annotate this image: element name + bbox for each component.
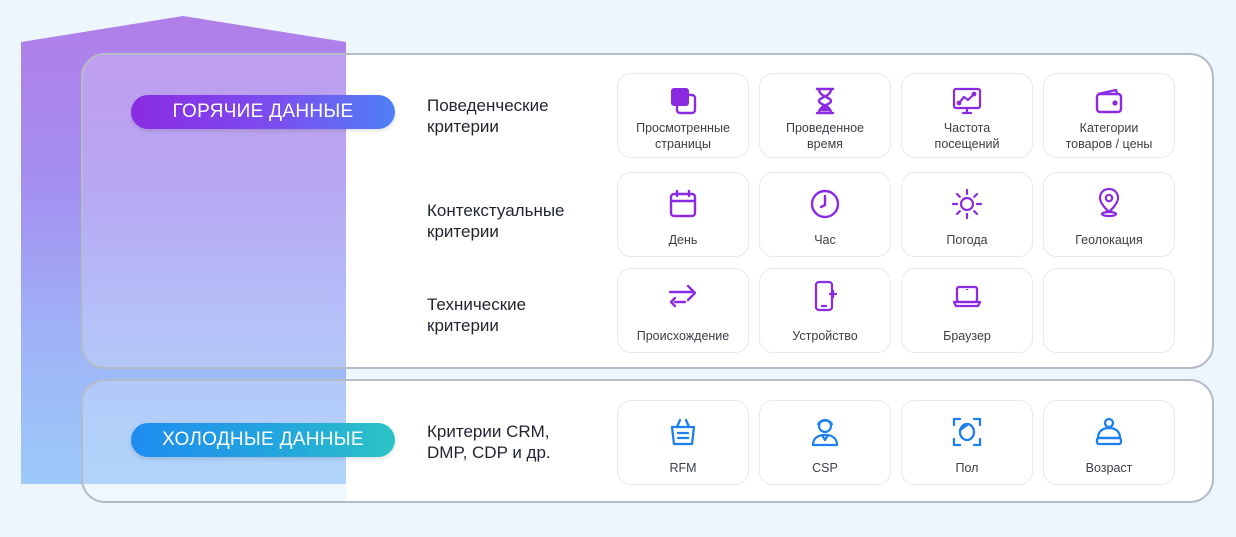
card-label: Проведенное время xyxy=(764,119,886,153)
card-visit-frequency: Частота посещений xyxy=(901,73,1033,158)
card-weather: Погода xyxy=(901,172,1033,257)
card-label: Происхождение xyxy=(636,329,730,343)
criterion-line: критерии xyxy=(427,222,499,241)
face-scan-icon xyxy=(950,415,984,449)
person-age-icon xyxy=(1092,415,1126,449)
card-label: Частота посещений xyxy=(906,119,1028,153)
card-label: Браузер xyxy=(943,329,991,343)
card-rfm: RFM xyxy=(617,400,749,485)
chart-monitor-icon xyxy=(950,84,984,118)
card-day: День xyxy=(617,172,749,257)
card-label: Час xyxy=(814,233,836,247)
criterion-line: критерии xyxy=(427,117,499,136)
card-label-line: Проведенное xyxy=(785,121,865,135)
card-label: Возраст xyxy=(1085,461,1133,475)
card-label: Геолокация xyxy=(1075,233,1143,247)
arrows-icon xyxy=(666,279,700,313)
criterion-line: Поведенческие xyxy=(427,96,549,115)
card-label: Устройство xyxy=(792,329,858,343)
criterion-line: DMP, CDP и др. xyxy=(427,443,551,462)
card-device: Устройство xyxy=(759,268,891,353)
card-label-line: страницы xyxy=(655,137,711,151)
card-label: CSP xyxy=(812,461,838,475)
crm-criteria-label: Критерии CRM, DMP, CDP и др. xyxy=(427,421,597,463)
card-label: День xyxy=(668,233,698,247)
phone-icon xyxy=(808,279,842,313)
cold-data-badge: ХОЛОДНЫЕ ДАННЫЕ xyxy=(131,423,395,457)
card-label: Просмотренные страницы xyxy=(622,119,744,153)
card-empty xyxy=(1043,268,1175,353)
card-label-line: товаров / цены xyxy=(1065,137,1153,151)
card-label: Погода xyxy=(946,233,988,247)
sun-icon xyxy=(950,187,984,221)
card-label-line: Категории xyxy=(1079,121,1139,135)
card-gender: Пол xyxy=(901,400,1033,485)
card-time-spent: Проведенное время xyxy=(759,73,891,158)
card-label: Категории товаров / цены xyxy=(1048,119,1170,153)
user-icon xyxy=(808,415,842,449)
behavioral-criteria-label: Поведенческие критерии xyxy=(427,95,597,137)
criterion-line: Технические xyxy=(427,295,527,314)
criterion-line: критерии xyxy=(427,316,499,335)
criterion-line: Контекстуальные xyxy=(427,201,565,220)
contextual-criteria-label: Контекстуальные критерии xyxy=(427,200,597,242)
pages-icon xyxy=(666,84,700,118)
card-label: Пол xyxy=(955,461,979,475)
wallet-icon xyxy=(1092,84,1126,118)
criterion-line: Критерии CRM, xyxy=(427,422,550,441)
card-label-line: время xyxy=(807,137,843,151)
card-label-line: Просмотренные xyxy=(636,121,730,135)
hot-data-badge: ГОРЯЧИЕ ДАННЫЕ xyxy=(131,95,395,129)
card-browser: Браузер xyxy=(901,268,1033,353)
calendar-icon xyxy=(666,187,700,221)
geo-pin-icon xyxy=(1092,185,1126,219)
card-csp: CSP xyxy=(759,400,891,485)
card-label-line: посещений xyxy=(934,137,1000,151)
card-categories-prices: Категории товаров / цены xyxy=(1043,73,1175,158)
card-age: Возраст xyxy=(1043,400,1175,485)
card-label: RFM xyxy=(669,461,697,475)
card-geolocation: Геолокация xyxy=(1043,172,1175,257)
technical-criteria-label: Технические критерии xyxy=(427,294,597,336)
hourglass-icon xyxy=(808,84,842,118)
card-hour: Час xyxy=(759,172,891,257)
laptop-icon xyxy=(950,279,984,313)
clock-icon xyxy=(808,187,842,221)
card-label-line: Частота xyxy=(943,121,991,135)
basket-icon xyxy=(666,415,700,449)
card-viewed-pages: Просмотренные страницы xyxy=(617,73,749,158)
card-origin: Происхождение xyxy=(617,268,749,353)
